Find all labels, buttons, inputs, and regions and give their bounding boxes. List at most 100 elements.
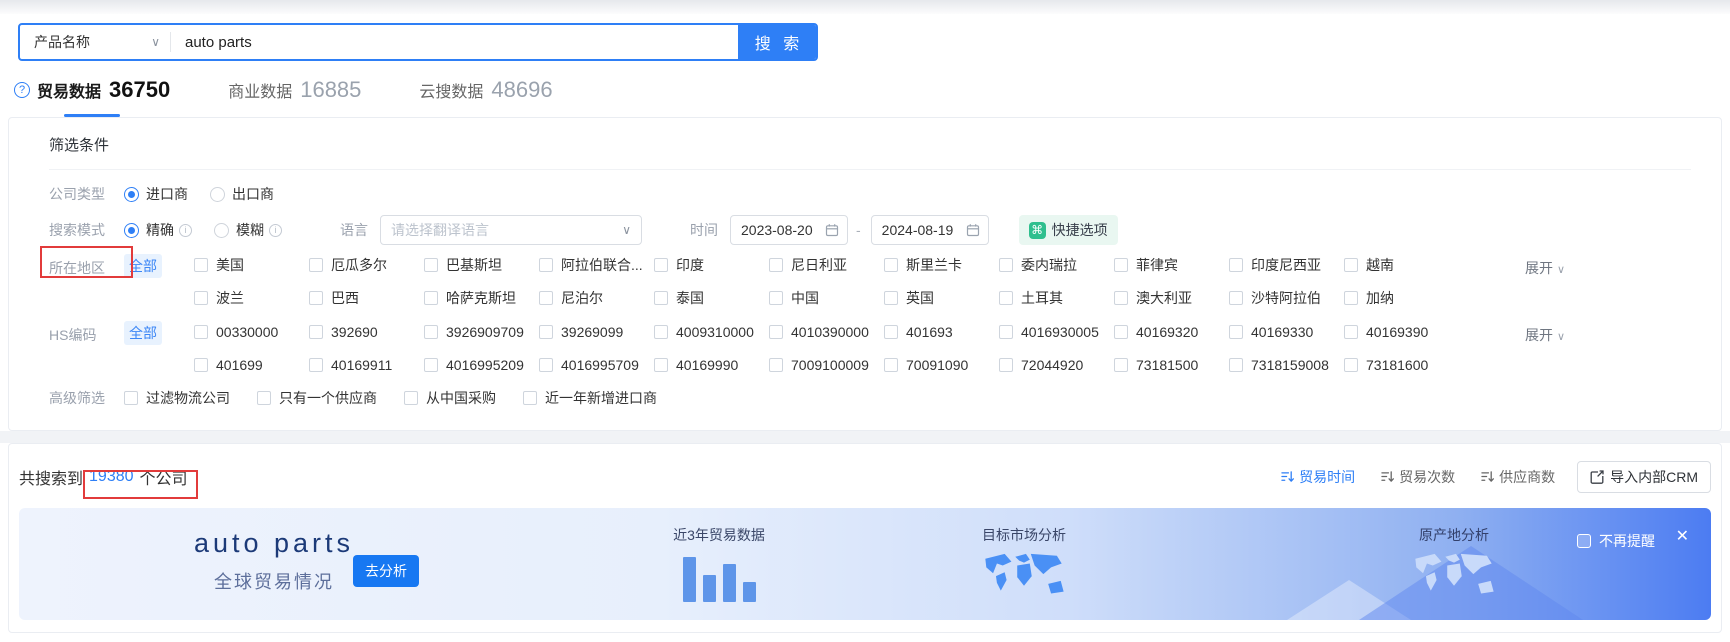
import-crm-button[interactable]: 导入内部CRM <box>1577 461 1711 493</box>
question-circle-icon[interactable]: ? <box>14 82 30 98</box>
hs-all-chip[interactable]: 全部 <box>124 321 162 345</box>
checkbox-icon <box>654 291 668 305</box>
tab-business-data[interactable]: 商业数据 16885 <box>228 77 361 117</box>
hs-checkbox[interactable]: 401693 <box>884 321 999 343</box>
tab-cloud-search-data[interactable]: 云搜数据 48696 <box>419 77 552 117</box>
info-icon[interactable]: i <box>269 223 282 237</box>
chevron-down-icon: ∨ <box>1557 264 1566 276</box>
hs-checkbox[interactable]: 40169990 <box>654 354 769 376</box>
checkbox-icon <box>194 258 208 272</box>
checkbox-icon <box>654 358 668 372</box>
radio-importer[interactable]: 进口商 <box>124 184 188 204</box>
region-checkbox[interactable]: 印度 <box>654 254 769 276</box>
chevron-down-icon: ∨ <box>151 35 160 49</box>
checkbox-icon <box>769 258 783 272</box>
region-checkbox[interactable]: 菲律宾 <box>1114 254 1229 276</box>
region-checkbox[interactable]: 哈萨克斯坦 <box>424 287 539 309</box>
checkbox-icon <box>404 391 418 405</box>
sort-trade-time[interactable]: 贸易时间 <box>1281 467 1355 487</box>
language-select[interactable]: 请选择翻译语言 ∨ <box>380 215 642 245</box>
advanced-checkbox-single-supplier[interactable]: 只有一个供应商 <box>257 387 377 409</box>
start-date-picker[interactable]: 2023-08-20 <box>730 215 848 245</box>
company-type-label: 公司类型 <box>49 186 105 202</box>
radio-exact-mode[interactable]: 精确 i <box>124 220 192 240</box>
radio-unselected-icon <box>214 222 229 238</box>
region-checkbox[interactable]: 土耳其 <box>999 287 1114 309</box>
hs-checkbox[interactable]: 3926909709 <box>424 321 539 343</box>
checkbox-icon <box>539 258 553 272</box>
hs-checkbox[interactable]: 7009100009 <box>769 354 884 376</box>
hs-checkbox[interactable]: 39269099 <box>539 321 654 343</box>
hs-checkbox[interactable]: 4016995209 <box>424 354 539 376</box>
radio-fuzzy-mode[interactable]: 模糊 i <box>214 220 282 240</box>
advanced-checkbox-from-china[interactable]: 从中国采购 <box>404 387 496 409</box>
end-date-picker[interactable]: 2024-08-19 <box>870 215 989 245</box>
filter-row-company-type: 公司类型 进口商 出口商 <box>9 176 1721 212</box>
region-checkbox[interactable]: 巴西 <box>309 287 424 309</box>
checkbox-icon <box>999 291 1013 305</box>
search-input[interactable] <box>171 25 738 59</box>
hs-checkbox[interactable]: 4010390000 <box>769 321 884 343</box>
hs-checkbox[interactable]: 70091090 <box>884 354 999 376</box>
region-checkbox[interactable]: 委内瑞拉 <box>999 254 1114 276</box>
sort-trade-count[interactable]: 贸易次数 <box>1381 467 1455 487</box>
region-checkbox[interactable]: 澳大利亚 <box>1114 287 1229 309</box>
region-checkbox[interactable]: 英国 <box>884 287 999 309</box>
hs-checkbox[interactable]: 73181500 <box>1114 354 1229 376</box>
region-checkbox[interactable]: 巴基斯坦 <box>424 254 539 276</box>
region-checkbox[interactable]: 越南 <box>1344 254 1459 276</box>
search-category-select[interactable]: 产品名称 ∨ <box>20 25 170 59</box>
region-checkbox[interactable]: 沙特阿拉伯 <box>1229 287 1344 309</box>
region-checkbox[interactable]: 波兰 <box>194 287 309 309</box>
region-checkbox[interactable]: 美国 <box>194 254 309 276</box>
hs-checkbox[interactable]: 00330000 <box>194 321 309 343</box>
region-checkbox[interactable]: 中国 <box>769 287 884 309</box>
region-checkbox[interactable]: 尼泊尔 <box>539 287 654 309</box>
filter-group-hs-code: HS编码 全部 00330000 392690 3926909709 39269… <box>9 315 1721 382</box>
region-checkbox[interactable]: 斯里兰卡 <box>884 254 999 276</box>
radio-exporter[interactable]: 出口商 <box>210 184 274 204</box>
region-expand-link[interactable]: 展开 ∨ <box>1525 258 1565 278</box>
checkbox-icon <box>424 325 438 339</box>
tab-trade-data[interactable]: ? 贸易数据 36750 <box>14 77 170 117</box>
search-bar: 产品名称 ∨ 搜 索 <box>18 23 818 61</box>
search-button[interactable]: 搜 索 <box>738 25 816 59</box>
radio-selected-icon <box>124 222 139 238</box>
hs-checkbox[interactable]: 40169330 <box>1229 321 1344 343</box>
hs-checkbox[interactable]: 40169911 <box>309 354 424 376</box>
region-checkbox[interactable]: 尼日利亚 <box>769 254 884 276</box>
dismiss-reminder-checkbox[interactable]: 不再提醒 <box>1577 531 1655 551</box>
hs-checkbox[interactable]: 4016995709 <box>539 354 654 376</box>
checkbox-icon <box>999 325 1013 339</box>
region-all-chip[interactable]: 全部 <box>124 254 162 278</box>
hs-checkbox[interactable]: 4009310000 <box>654 321 769 343</box>
hs-checkbox[interactable]: 392690 <box>309 321 424 343</box>
advanced-checkbox-new-importer[interactable]: 近一年新增进口商 <box>523 387 657 409</box>
checkbox-icon <box>309 291 323 305</box>
hs-checkbox[interactable]: 401699 <box>194 354 309 376</box>
go-analyze-button[interactable]: 去分析 <box>353 555 419 587</box>
time-label: 时间 <box>690 222 718 238</box>
end-date-value: 2024-08-19 <box>881 222 954 238</box>
close-icon[interactable]: ✕ <box>1676 529 1689 545</box>
hs-checkbox[interactable]: 40169390 <box>1344 321 1459 343</box>
hs-checkbox[interactable]: 4016930005 <box>999 321 1114 343</box>
region-checkbox[interactable]: 加纳 <box>1344 287 1459 309</box>
quick-options-label: 快捷选项 <box>1051 222 1108 238</box>
hs-expand-link[interactable]: 展开 ∨ <box>1525 325 1565 345</box>
region-checkbox[interactable]: 泰国 <box>654 287 769 309</box>
region-checkbox[interactable]: 印度尼西亚 <box>1229 254 1344 276</box>
info-icon[interactable]: i <box>179 223 192 237</box>
date-range-separator: - <box>856 222 861 238</box>
sort-supplier-count[interactable]: 供应商数 <box>1481 467 1555 487</box>
region-checkbox[interactable]: 厄瓜多尔 <box>309 254 424 276</box>
hs-checkbox[interactable]: 7318159008 <box>1229 354 1344 376</box>
hs-checkbox[interactable]: 73181600 <box>1344 354 1459 376</box>
quick-options-button[interactable]: ⌘ 快捷选项 <box>1018 215 1118 245</box>
hs-checkbox[interactable]: 72044920 <box>999 354 1114 376</box>
region-checkbox[interactable]: 阿拉伯联合... <box>539 254 654 276</box>
results-panel: 共搜索到 19380 个公司 贸易时间 贸易次数 供应商数 导入内部CRM au… <box>8 443 1722 633</box>
hs-checkbox[interactable]: 40169320 <box>1114 321 1229 343</box>
tab-count: 36750 <box>109 77 171 102</box>
advanced-checkbox-logistics[interactable]: 过滤物流公司 <box>124 387 230 409</box>
